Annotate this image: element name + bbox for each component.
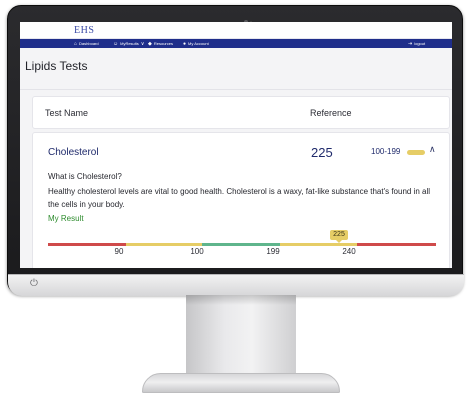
result-marker: 225 [330, 230, 348, 240]
test-result-card[interactable]: Cholesterol 225 100-199 ∧ What is Choles… [32, 132, 450, 268]
resources-icon: ◆ [148, 41, 152, 47]
divider [20, 89, 452, 90]
monitor-stand-neck [186, 295, 296, 375]
gauge-tick-label: 199 [266, 247, 280, 256]
column-header-reference: Reference [310, 108, 352, 118]
nav-item-label: Resources [153, 41, 173, 46]
logo-bar: EHS [20, 22, 452, 39]
gauge-segment-high-yellow [280, 243, 357, 246]
nav-item-label: My Account [188, 41, 209, 46]
top-navbar: ⌂ Dashboard ☺ MyResults ∨ ◆ Resources ● My Ac… [20, 39, 452, 48]
nav-item-label: MyResults [120, 41, 139, 46]
app-logo[interactable]: EHS [74, 25, 94, 36]
result-gauge: 90 100 199 240 225 [48, 230, 436, 260]
result-marker-pointer [336, 240, 342, 243]
column-header-test-name: Test Name [45, 108, 89, 118]
monitor-chin [8, 274, 464, 296]
test-value: 225 [311, 145, 333, 160]
home-icon: ⌂ [74, 41, 78, 47]
info-description: Healthy cholesterol levels are vital to … [48, 187, 431, 209]
account-icon: ● [183, 41, 187, 47]
logout-button[interactable]: ⇥ logout [408, 40, 425, 47]
screen: EHS ⌂ Dashboard ☺ MyResults ∨ ◆ Resources ● M… [20, 22, 452, 268]
logout-icon: ⇥ [408, 41, 413, 47]
person-icon: ☺ [113, 41, 119, 47]
status-indicator [407, 150, 425, 155]
table-header: Test Name Reference [32, 96, 450, 129]
my-result-label: My Result [48, 214, 84, 223]
gauge-segment-normal-green [202, 243, 280, 246]
gauge-tick-label: 240 [342, 247, 356, 256]
gauge-segment-high-red [357, 243, 436, 246]
stand-shadow [186, 295, 296, 305]
logout-label: logout [414, 41, 426, 46]
nav-item-label: Dashboard [79, 41, 99, 46]
test-name: Cholesterol [48, 147, 99, 158]
reference-range: 100-199 [371, 147, 401, 156]
power-icon[interactable]: ⏻ [30, 279, 38, 289]
nav-item-resources[interactable]: ◆ Resources [148, 40, 173, 47]
chevron-down-icon: ∨ [140, 41, 145, 47]
info-question: What is Cholesterol? [48, 172, 122, 181]
gauge-segment-low-yellow [126, 243, 202, 246]
page-title: Lipids Tests [25, 59, 88, 73]
nav-item-dashboard[interactable]: ⌂ Dashboard [74, 40, 99, 47]
gauge-segment-low-red [48, 243, 126, 246]
nav-item-my-account[interactable]: ● My Account [183, 40, 209, 47]
chevron-up-icon[interactable]: ∧ [429, 144, 439, 154]
nav-item-myresults[interactable]: ☺ MyResults ∨ [113, 40, 146, 47]
monitor-stand-base [142, 373, 340, 393]
gauge-tick-label: 90 [114, 247, 124, 256]
gauge-tick-label: 100 [190, 247, 204, 256]
main-content: Lipids Tests Test Name Reference Cholest… [20, 48, 452, 268]
